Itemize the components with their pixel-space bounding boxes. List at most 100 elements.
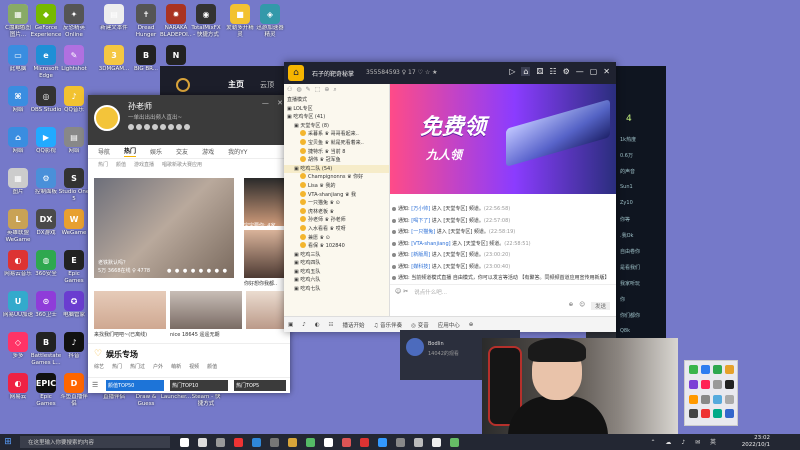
taskbar-app-icon[interactable]: [414, 437, 423, 447]
taskbar-app-icon[interactable]: [306, 437, 315, 447]
taskbar-app-icon[interactable]: [234, 437, 243, 447]
taskbar-app-icon[interactable]: [450, 437, 459, 447]
tray-app-icon[interactable]: [725, 365, 734, 374]
section-tab[interactable]: 萌新: [171, 363, 181, 370]
taskbar-app-icon[interactable]: [180, 437, 189, 447]
tray-app-icon[interactable]: [713, 379, 722, 389]
rank-tile-1[interactable]: 颜值TOP50: [106, 380, 164, 391]
tray-app-icon[interactable]: [701, 365, 710, 374]
desktop-icon[interactable]: ▤ 网络: [58, 127, 90, 161]
emoji-toolbar[interactable]: ☺ ✂: [395, 288, 408, 295]
send-option-icon[interactable]: ☺: [579, 302, 585, 310]
promo-banner[interactable]: 免费领 九人领: [390, 84, 616, 194]
tray-app-icon[interactable]: [713, 365, 722, 374]
desktop-icon[interactable]: ♪ 抖音: [58, 332, 90, 366]
desktop-icon[interactable]: ■ 爱勒多开精灵: [224, 4, 256, 38]
taskbar-app-icon[interactable]: [270, 437, 279, 447]
desktop-icon[interactable]: W WeGame: [58, 209, 90, 243]
desktop-icon[interactable]: ✪ 电脑管家: [58, 291, 90, 325]
channel-member[interactable]: 兼愿 ♛ ⊙: [284, 233, 389, 243]
send-option-icon[interactable]: ⊕: [569, 302, 574, 310]
tree-tool-icon[interactable]: ◍: [296, 86, 301, 94]
room-tool-item[interactable]: ♫ 音乐伴奏: [373, 321, 402, 329]
window-controls[interactable]: — ✕: [262, 99, 286, 107]
channel-node[interactable]: ▣ 吃鸡五队: [284, 268, 389, 277]
taskbar-app-icon[interactable]: [342, 437, 351, 447]
hero-live-stream[interactable]: 老铁默认吗？ 5万 3668在线 ♀ 4778 ● ● ● ● ● ● ● ●: [94, 178, 234, 278]
rank-tile-2[interactable]: 热门TOP10: [170, 380, 228, 391]
desktop-icon[interactable]: S Studio One 5: [58, 168, 90, 202]
desktop-icon[interactable]: ▦ C盘彩色图 图片...: [2, 4, 34, 38]
tray-app-icon[interactable]: [713, 394, 722, 404]
chat-nm[interactable]: [一只猫兔]: [411, 229, 435, 235]
room-tool-item[interactable]: ▣: [288, 322, 293, 328]
sub-tab[interactable]: 热门: [98, 161, 108, 168]
tray-app-icon[interactable]: [725, 379, 734, 389]
nav-tab[interactable]: 交友: [176, 147, 188, 156]
yy-main-window[interactable]: 孙老师 一单出出出频人直出~ — ✕ 导航 热门 娱乐 交友 游戏 我的YY 热门 颜值 游戏…: [88, 95, 290, 393]
avatar[interactable]: [94, 105, 120, 131]
channel-member[interactable]: 入水看看 ♛ 哎呀: [284, 224, 389, 234]
desktop-icon[interactable]: D 斗鱼直播伴侣: [58, 373, 90, 407]
side-stream-thumb-1[interactable]: [244, 178, 284, 226]
desktop-icon[interactable]: ♪ QQ音乐: [58, 86, 90, 120]
tray-app-icon[interactable]: [725, 394, 734, 404]
section-tab[interactable]: 颜值: [207, 363, 217, 370]
desktop-icon[interactable]: 3 3DMGAM...: [98, 45, 130, 79]
channel-node[interactable]: ▣ 吃鸡三队: [284, 251, 389, 260]
clock[interactable]: 23:02 2022/10/1: [742, 435, 770, 449]
video-icon[interactable]: ▷: [509, 67, 515, 76]
user-signature[interactable]: 一单出出出频人直出~: [128, 113, 182, 121]
taskbar-app-icon[interactable]: [324, 437, 333, 447]
channel-member[interactable]: 孙老师 ♛ 孙老师: [284, 216, 389, 225]
taskbar-app-icon[interactable]: [396, 437, 405, 447]
stream-tile-1[interactable]: [94, 291, 166, 329]
maximize-icon[interactable]: ▢: [590, 67, 598, 76]
section-tab[interactable]: 热门: [112, 363, 122, 370]
tray-app-icon[interactable]: [713, 409, 722, 419]
taskbar-app-icon[interactable]: [432, 437, 441, 447]
tree-tool-icon[interactable]: ⊕: [324, 86, 329, 94]
stream-tile-3[interactable]: [246, 291, 286, 329]
desktop-icon[interactable]: ✝ Dread Hunger: [130, 4, 162, 38]
channel-node[interactable]: 直播模式: [284, 96, 389, 105]
taskbar-app-icon[interactable]: [198, 437, 207, 447]
channel-member[interactable]: VTA-shanjiang ♛ 我: [284, 190, 389, 200]
carousel-dots[interactable]: ● ● ● ● ● ● ● ●: [167, 268, 228, 274]
channel-member[interactable]: Lisa ♛ 我的: [284, 181, 389, 191]
channel-member[interactable]: 捷特乐 ♛ 当前 8: [284, 147, 389, 157]
chat-input[interactable]: 说点什么吧...: [414, 288, 447, 296]
desktop-icon[interactable]: ✹ NARAKA BLADEPOI...: [160, 4, 192, 38]
tray-app-icon[interactable]: [689, 394, 698, 404]
launcher-tft-tab[interactable]: 云顶: [260, 80, 274, 90]
room-tool-item[interactable]: 播话开始: [342, 321, 364, 329]
sub-tab[interactable]: 游戏直播: [134, 161, 154, 168]
sub-tab[interactable]: 颜值: [116, 161, 126, 168]
desktop-icon[interactable]: ✎ Lightshot: [58, 45, 90, 79]
section-tab[interactable]: 户外: [153, 363, 163, 370]
nav-tab[interactable]: 热门: [124, 146, 137, 157]
tray-app-icon[interactable]: [689, 365, 698, 374]
taskbar-app-icon[interactable]: [288, 437, 297, 447]
tree-tool-icon[interactable]: ⌕: [333, 86, 336, 94]
tree-tool-icon[interactable]: ⬚: [315, 86, 321, 94]
desktop-icon[interactable]: ▤ 新建文本件: [98, 4, 130, 38]
chat-nm[interactable]: [万小帅]: [411, 206, 430, 212]
taskbar-search[interactable]: 在这里输入你要搜索的内容: [20, 436, 170, 448]
close-icon[interactable]: ✕: [603, 67, 610, 76]
nav-tab[interactable]: 导航: [98, 147, 110, 156]
taskbar-app-icon[interactable]: [360, 437, 369, 447]
desktop-icon[interactable]: B BIG BR...: [130, 45, 162, 79]
game-icon[interactable]: ⚄: [536, 67, 543, 76]
channel-member[interactable]: 一只猫兔 ♛ ⊙: [284, 199, 389, 208]
channel-node[interactable]: ▣ 吃鸡专区 (41): [284, 113, 389, 122]
side-stream-thumb-2[interactable]: [244, 230, 284, 278]
system-tray-icons[interactable]: ⌃ ☁ ♪ ✉ 英: [650, 437, 720, 446]
home-tab-icon[interactable]: ⌂: [521, 67, 531, 76]
settings-icon[interactable]: ⚙: [563, 67, 570, 76]
taskbar-app-icon[interactable]: [378, 437, 387, 447]
chat-log[interactable]: 通知: [万小帅] 进入 [天堂专区] 频道。(22:56:58) 通知: [喝下…: [390, 204, 616, 282]
shop-icon[interactable]: ☷: [549, 67, 556, 76]
tray-app-icon[interactable]: [701, 379, 710, 389]
send-button[interactable]: 发送: [590, 302, 610, 310]
